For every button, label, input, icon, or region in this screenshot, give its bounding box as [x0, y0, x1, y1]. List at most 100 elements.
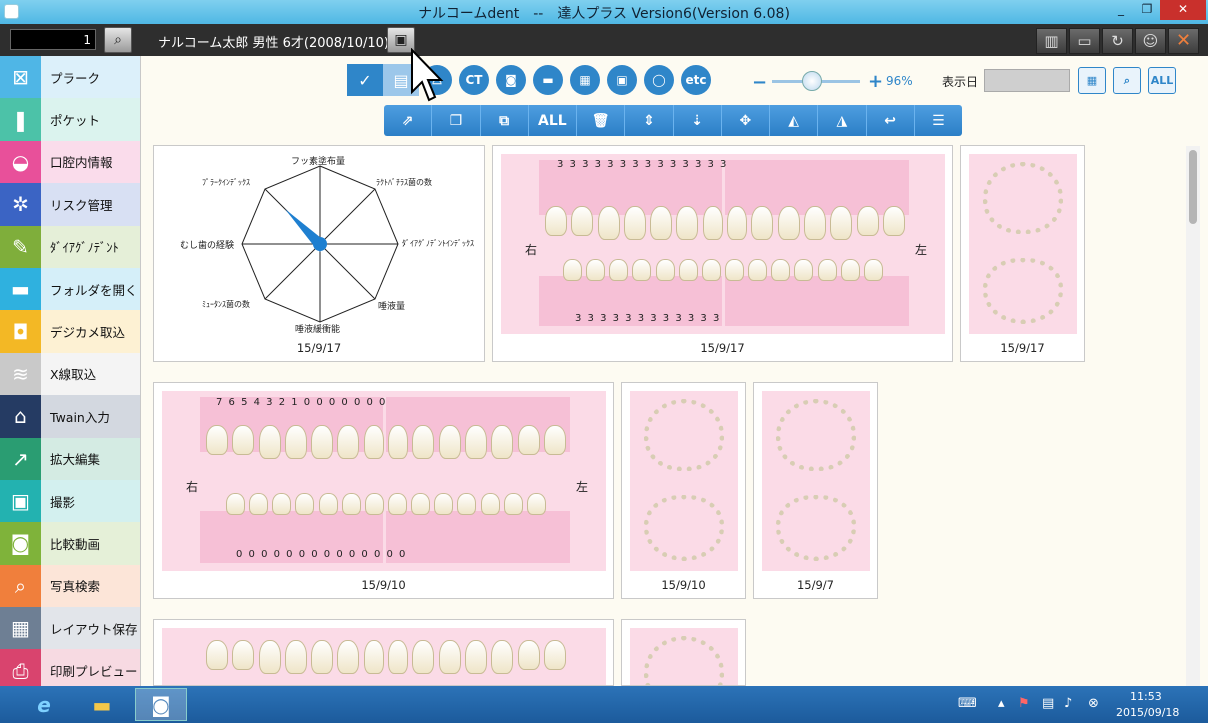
sidebar-item-6[interactable]: ◘ デジカメ取込: [0, 310, 140, 353]
radar-chart-card[interactable]: フッ素塗布量 ﾗｸﾄﾊﾞﾁﾗｽ菌の数 ﾀﾞｲｱｸﾞﾉﾃﾞﾝﾄｲﾝﾃﾞｯｸｽ 唾液…: [153, 145, 485, 362]
edit-button-9[interactable]: ◮: [818, 105, 867, 136]
view-button-0[interactable]: ✓: [347, 64, 383, 96]
sidebar-item-4[interactable]: ✎ ﾀﾞｲｱｸﾞﾉﾃﾞﾝﾄ: [0, 225, 140, 268]
person-card-icon: ▣: [394, 32, 408, 48]
perio-chart-card-1[interactable]: 3 3 3 3 3 3 3 3 3 3 3 3 3 3 3 3 3 3 3 3 …: [492, 145, 953, 362]
select-all-button[interactable]: ALL: [1148, 67, 1176, 94]
tooth: [258, 425, 281, 459]
view-button-icon: ▦: [570, 65, 600, 95]
search-button[interactable]: ⌕: [104, 27, 132, 53]
monitor-button[interactable]: ▭: [1069, 28, 1100, 54]
tooth: [284, 425, 307, 459]
grid-layout-button[interactable]: ▦: [1078, 67, 1106, 94]
sidebar-item-7[interactable]: ≋ X線取込: [0, 352, 140, 396]
view-button-icon: ▬: [533, 65, 563, 95]
tooth: [438, 640, 461, 674]
sidebar-item-icon: ▦: [0, 607, 41, 650]
all-icon: ALL: [1150, 74, 1174, 87]
action-center-icon[interactable]: ⚑: [1018, 696, 1030, 711]
clock-time[interactable]: 11:53: [1130, 690, 1162, 703]
occlusal-chart-card-1[interactable]: 15/9/17: [960, 145, 1085, 362]
edit-button-7[interactable]: ✥: [722, 105, 770, 136]
edit-button-11[interactable]: ☰: [915, 105, 962, 136]
close-button[interactable]: ✕: [1160, 0, 1206, 20]
view-button-8[interactable]: ◯: [641, 64, 677, 96]
book-button[interactable]: ▥: [1036, 28, 1067, 54]
restore-button[interactable]: ❐: [1134, 0, 1160, 20]
tooth: [545, 206, 567, 236]
upper-numbers: 3 3 3 3 3 3 3 3 3 3 3 3 3 3: [557, 159, 727, 170]
edit-button-1[interactable]: ❐: [432, 105, 481, 136]
edit-button-5[interactable]: ⇕: [625, 105, 674, 136]
sidebar-item-9[interactable]: ↗ 拡大編集: [0, 437, 140, 480]
tray-expand-icon[interactable]: ▴: [998, 696, 1005, 711]
sidebar-item-13[interactable]: ▦ レイアウト保存: [0, 607, 140, 650]
perio-chart-card-2[interactable]: 7 6 5 4 3 2 1 0 0 0 0 0 0 0 0 0 0 0 0 0 …: [153, 382, 614, 599]
sidebar-item-12[interactable]: ⌕ 写真検索: [0, 564, 140, 608]
sidebar-item-1[interactable]: ❚ ポケット: [0, 98, 140, 141]
sidebar-item-5[interactable]: ▬ フォルダを開く: [0, 267, 140, 311]
ie-icon[interactable]: e: [22, 688, 66, 721]
user-button[interactable]: ☺: [1135, 28, 1166, 54]
sidebar-item-3[interactable]: ✲ リスク管理: [0, 183, 140, 226]
zoom-in-button[interactable]: +: [868, 71, 883, 92]
view-button-6[interactable]: ▦: [567, 64, 603, 96]
edit-button-3[interactable]: ALL: [529, 105, 577, 136]
exit-button[interactable]: ✕: [1168, 28, 1199, 54]
zoom-out-button[interactable]: −: [752, 72, 767, 93]
tooth: [284, 640, 307, 674]
vertical-scrollbar[interactable]: [1186, 146, 1200, 686]
tooth: [491, 425, 514, 459]
edit-button-0[interactable]: ⇗: [384, 105, 433, 136]
sidebar-item-10[interactable]: ▣ 撮影: [0, 479, 140, 523]
zoom-slider-thumb[interactable]: [802, 71, 822, 91]
notification-icon[interactable]: ⊗: [1088, 696, 1099, 711]
sidebar-item-11[interactable]: ◙ 比較動画: [0, 522, 140, 565]
volume-icon[interactable]: ♪: [1064, 696, 1072, 711]
patient-info: ナルコーム太郎 男性 6才(2008/10/10): [158, 36, 389, 51]
view-button-5[interactable]: ▬: [530, 64, 566, 96]
minimize-button[interactable]: _: [1108, 0, 1134, 20]
occlusal-chart-card-2[interactable]: 15/9/10: [621, 382, 746, 599]
tooth: [632, 259, 652, 281]
occlusal-chart-card-3[interactable]: 15/9/7: [753, 382, 878, 599]
edit-button-2[interactable]: ⧉: [481, 105, 529, 136]
tooth: [777, 206, 800, 240]
edit-button-8[interactable]: ◭: [770, 105, 819, 136]
edit-button-6[interactable]: ⇣: [674, 105, 722, 136]
edit-button-10[interactable]: ↩: [867, 105, 915, 136]
tooth: [388, 640, 409, 674]
explorer-icon[interactable]: ▬: [80, 688, 124, 721]
refresh-button[interactable]: ↻: [1102, 28, 1133, 54]
tooth: [258, 640, 281, 674]
sidebar-item-0[interactable]: ⊠ プラーク: [0, 56, 140, 99]
card-date: 15/9/7: [796, 578, 834, 592]
view-button-3[interactable]: CT: [456, 64, 492, 96]
view-button-7[interactable]: ▣: [604, 64, 640, 96]
sidebar-item-icon: ⌂: [0, 395, 41, 438]
network-icon[interactable]: ▤: [1042, 696, 1054, 711]
occlusal-chart-card-4[interactable]: [621, 619, 746, 686]
edit-button-4[interactable]: 🗑: [577, 105, 626, 136]
sidebar-item-label: 口腔内情報: [41, 140, 140, 184]
sidebar-item-label: フォルダを開く: [41, 267, 140, 311]
scrollbar-thumb[interactable]: [1189, 150, 1197, 224]
sidebar-item-8[interactable]: ⌂ Twain入力: [0, 395, 140, 438]
keyboard-icon[interactable]: ⌨: [958, 696, 977, 711]
mouse-cursor-icon: [411, 48, 444, 102]
clock-date[interactable]: 2015/09/18: [1116, 706, 1179, 719]
display-date-field[interactable]: [984, 69, 1070, 92]
view-button-4[interactable]: ◙: [493, 64, 529, 96]
app-taskbar-icon[interactable]: ◙: [135, 688, 187, 721]
sidebar-item-2[interactable]: ◒ 口腔内情報: [0, 140, 140, 184]
tooth: [434, 493, 454, 515]
monitor-icon: ▭: [1077, 32, 1092, 50]
search-photo-button[interactable]: ⌕: [1113, 67, 1141, 94]
view-button-9[interactable]: etc: [678, 64, 714, 96]
upper-arch: [983, 162, 1063, 234]
tooth: [464, 640, 487, 674]
patient-id-field[interactable]: 1: [10, 29, 96, 50]
view-button-icon: ▣: [607, 65, 637, 95]
tooth: [830, 206, 853, 240]
perio-chart-card-3[interactable]: [153, 619, 614, 686]
